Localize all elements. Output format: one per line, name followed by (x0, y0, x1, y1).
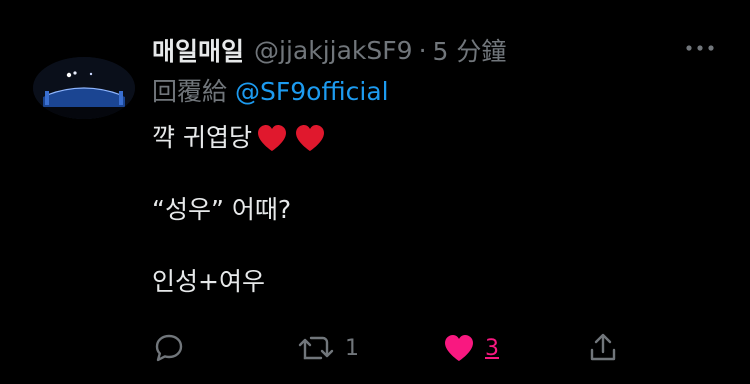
heart-emojis (256, 123, 332, 153)
avatar-stadium-image (33, 57, 135, 119)
retweet-button[interactable]: 1 (297, 330, 359, 366)
tweet-actions: 1 3 (0, 330, 750, 366)
tweet-line-text: 인성+여우 (152, 267, 265, 296)
heart-emoji-icon (257, 125, 286, 151)
retweet-icon (298, 336, 334, 360)
more-options-icon[interactable] (684, 38, 716, 58)
share-button[interactable] (587, 330, 619, 366)
heart-emoji-icon (295, 125, 324, 151)
timestamp[interactable]: 5 分鐘 (433, 32, 507, 68)
like-count[interactable]: 3 (485, 336, 499, 361)
like-button[interactable]: 3 (443, 330, 499, 366)
tweet-line-text: “성우” 어때? (152, 195, 292, 224)
reply-prefix: 回覆給 (152, 77, 228, 106)
user-handle[interactable]: @jjakjjakSF9 (254, 36, 413, 65)
tweet-line: 인성+여우 (152, 264, 332, 300)
share-icon (590, 333, 616, 361)
retweet-count: 1 (345, 335, 359, 361)
tweet-line: 꺅 귀엽당 (152, 120, 332, 156)
avatar[interactable] (33, 57, 135, 119)
tweet-text: 꺅 귀엽당 “성우” 어때? 인성+여우 (152, 120, 332, 300)
tweet[interactable]: 매일매일 @jjakjjakSF9 · 5 分鐘 回覆給 @SF9official… (0, 0, 750, 384)
tweet-header: 매일매일 @jjakjjakSF9 · 5 分鐘 (152, 30, 506, 70)
reply-mention-link[interactable]: @SF9official (235, 77, 389, 106)
tweet-line: “성우” 어때? (152, 192, 332, 228)
tweet-line-text: 꺅 귀엽당 (152, 123, 252, 152)
reply-context: 回覆給 @SF9official (152, 72, 389, 108)
heart-filled-icon (445, 335, 473, 361)
display-name[interactable]: 매일매일 (152, 32, 244, 68)
reply-button[interactable] (153, 330, 185, 366)
meta-separator: · (418, 35, 427, 65)
reply-icon (155, 334, 183, 362)
